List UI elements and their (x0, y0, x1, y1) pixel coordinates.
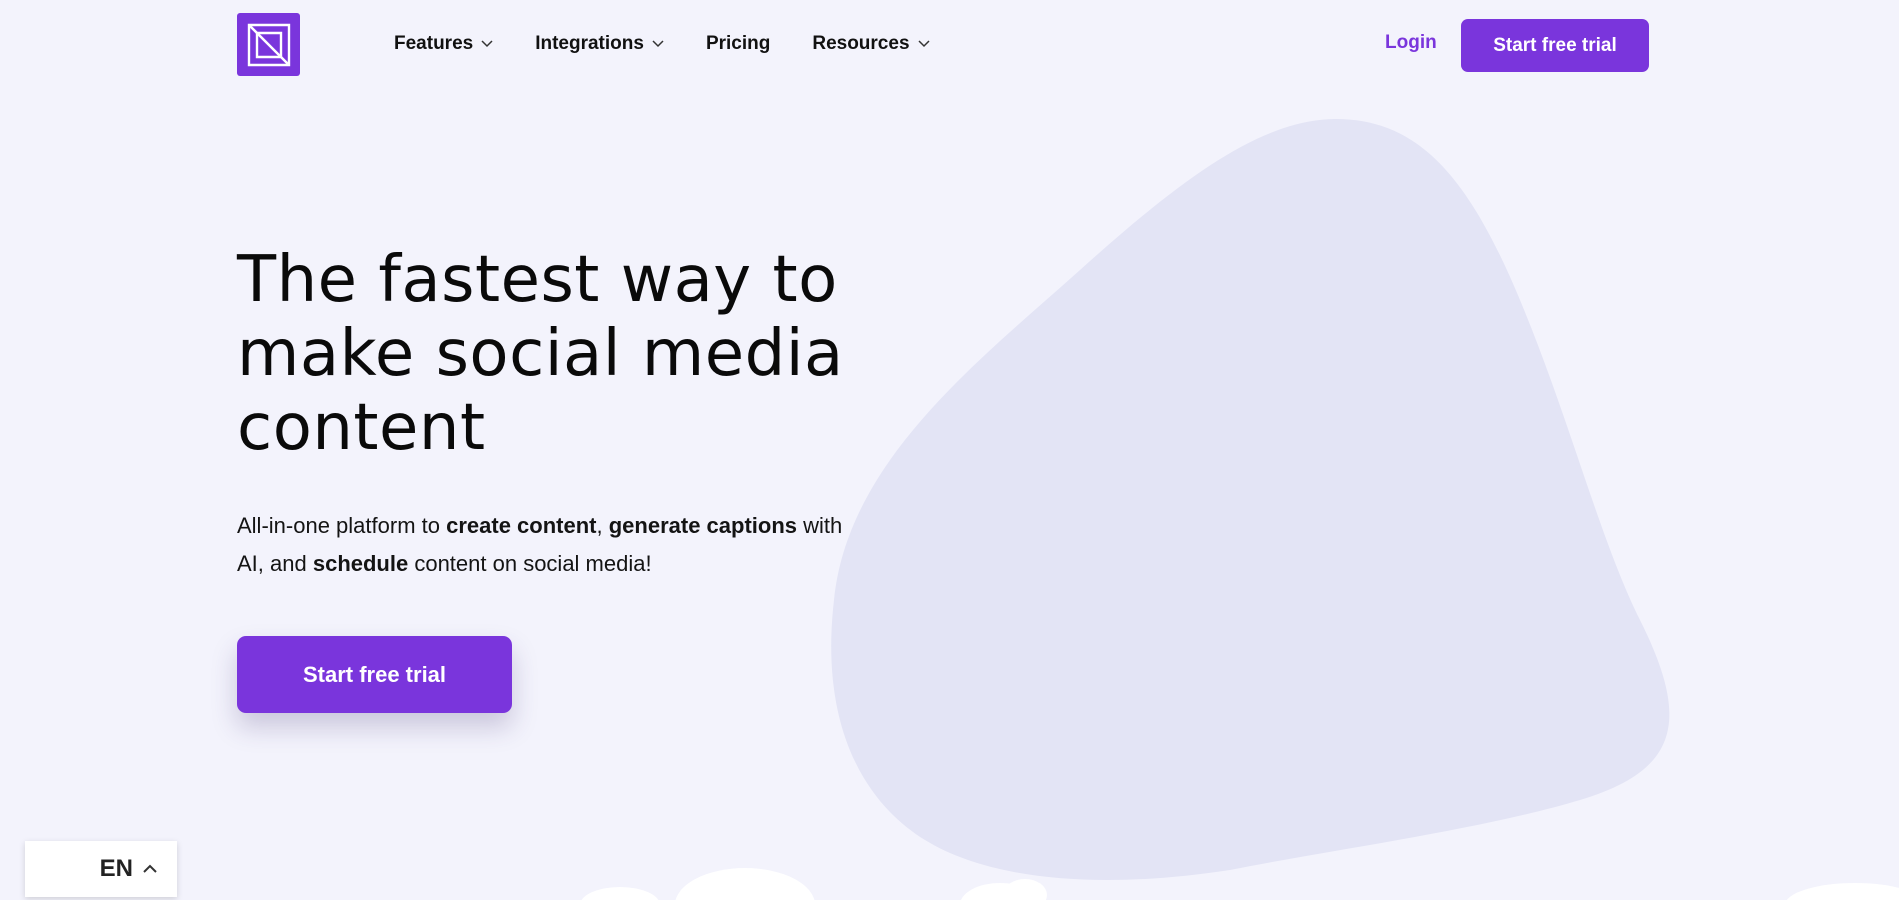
chevron-down-icon (481, 40, 493, 48)
nav-item-label: Integrations (535, 33, 644, 54)
main-nav: Features Integrations Pricing Resources (394, 27, 972, 61)
language-code: EN (99, 855, 133, 882)
hero-start-free-trial-button[interactable]: Start free trial (237, 636, 512, 713)
nav-item-label: Features (394, 33, 474, 54)
start-free-trial-button[interactable]: Start free trial (1461, 19, 1649, 72)
chevron-down-icon (652, 40, 664, 48)
hero-title: The fastest way to make social media con… (237, 243, 844, 465)
chevron-up-icon (143, 860, 157, 878)
brand-logo-icon[interactable] (237, 13, 300, 76)
site-header: Features Integrations Pricing Resources … (0, 0, 1899, 90)
nav-item-features[interactable]: Features (394, 27, 493, 61)
subtitle-bold: generate captions (608, 513, 797, 538)
language-switcher[interactable]: EN (25, 841, 177, 897)
nav-item-integrations[interactable]: Integrations (535, 27, 664, 61)
hero-subtitle: All-in-one platform to create content, g… (237, 507, 857, 583)
login-link[interactable]: Login (1385, 32, 1437, 54)
chevron-down-icon (917, 40, 930, 48)
subtitle-bold: schedule (312, 551, 409, 576)
nav-item-label: Resources (812, 33, 910, 54)
subtitle-text: content on social media! (408, 551, 652, 576)
subtitle-bold: create content (446, 513, 597, 538)
subtitle-text: , (596, 513, 609, 538)
subtitle-text: All-in-one platform to (237, 513, 447, 538)
nav-item-resources[interactable]: Resources (812, 27, 930, 61)
nav-item-label: Pricing (705, 33, 771, 54)
nav-item-pricing[interactable]: Pricing (706, 27, 770, 61)
